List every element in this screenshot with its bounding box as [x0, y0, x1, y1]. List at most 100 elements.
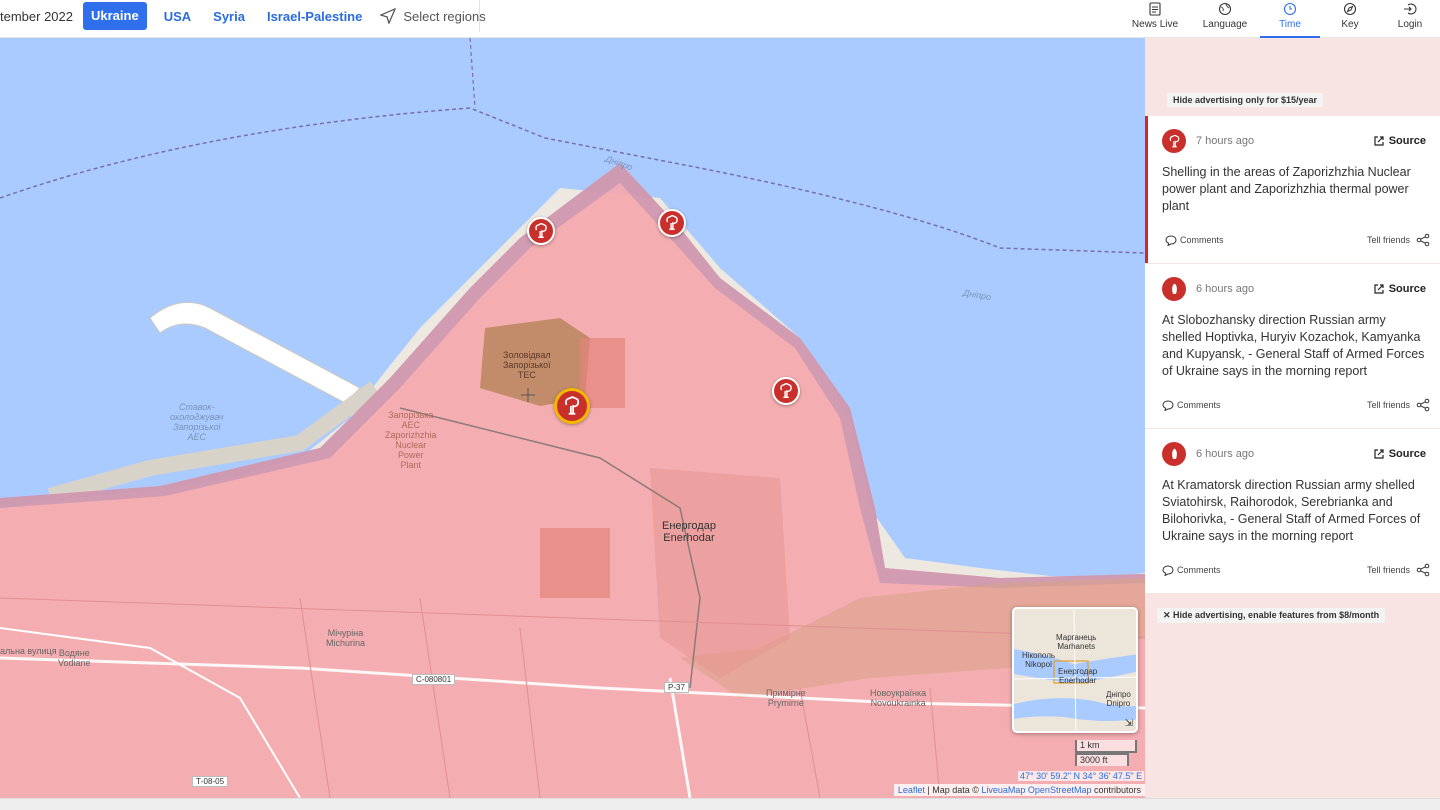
comments-link[interactable]: Comments	[1162, 564, 1221, 576]
news-item[interactable]: 6 hours ago Source At Kramatorsk directi…	[1145, 429, 1440, 593]
external-link-icon	[1374, 449, 1384, 459]
nav-key-label: Key	[1341, 19, 1359, 30]
expand-icon[interactable]: ⇲	[1125, 718, 1133, 729]
crosshair-icon	[521, 388, 535, 402]
region-tab-israel-palestine[interactable]: Israel-Palestine	[256, 9, 373, 24]
clock-icon	[1283, 2, 1297, 16]
explosion-icon	[535, 223, 547, 239]
label-street: альна вулиця	[0, 646, 57, 656]
globe-icon	[1218, 2, 1232, 16]
news-item[interactable]: 7 hours ago Source Shelling in the areas…	[1145, 116, 1440, 263]
comments-label: Comments	[1180, 235, 1224, 245]
attribution-sep: | Map data ©	[924, 785, 982, 795]
source-link[interactable]: Source	[1373, 283, 1426, 295]
external-link-icon	[1374, 284, 1384, 294]
news-text: Shelling in the areas of Zaporizhzhia Nu…	[1162, 165, 1411, 213]
tell-friends-button[interactable]: Tell friends	[1367, 563, 1430, 577]
nav-news-live[interactable]: News Live	[1120, 0, 1190, 38]
nav-login[interactable]: Login	[1380, 0, 1440, 38]
event-marker[interactable]	[772, 377, 800, 405]
comment-icon	[1165, 234, 1177, 246]
share-icon	[1416, 398, 1430, 412]
comment-icon	[1162, 564, 1174, 576]
hide-ads-features-button[interactable]: ✕ Hide advertising, enable features from…	[1157, 608, 1386, 623]
scale-km: 1 km	[1075, 740, 1137, 753]
label-enerhodar: Енергодар Enerhodar	[662, 520, 716, 544]
source-label: Source	[1388, 283, 1426, 295]
region-selector: tember 2022 Ukraine USA Syria Israel-Pal…	[0, 0, 486, 32]
tell-friends-label: Tell friends	[1366, 565, 1410, 575]
comments-label: Comments	[1177, 565, 1221, 575]
news-time: 6 hours ago	[1196, 448, 1255, 460]
news-icon	[1149, 2, 1161, 16]
selected-event-marker[interactable]	[554, 388, 590, 424]
region-tab-usa[interactable]: USA	[153, 9, 202, 24]
road-badge-p37: Р-37	[664, 682, 689, 693]
nav-time[interactable]: Time	[1260, 0, 1320, 38]
tell-friends-label: Tell friends	[1366, 235, 1410, 245]
minimap-label-nikopol: Нікополь Nikopol	[1022, 651, 1056, 669]
label-novoukrainka: Новоукраїнка Novoukrainka	[870, 688, 927, 708]
shell-icon	[1162, 442, 1186, 466]
minimap-label-dnipro: Дніпро Dnipro	[1106, 690, 1131, 708]
external-link-icon	[1374, 136, 1384, 146]
news-time: 7 hours ago	[1196, 135, 1255, 147]
compass-icon	[1343, 2, 1357, 16]
region-tab-ukraine[interactable]: Ukraine	[83, 2, 147, 30]
navigation-arrow-icon	[380, 8, 397, 24]
nav-news-live-label: News Live	[1131, 19, 1179, 30]
explosion-icon	[565, 396, 580, 415]
share-icon	[1416, 233, 1430, 247]
top-bar: tember 2022 Ukraine USA Syria Israel-Pal…	[0, 0, 1440, 38]
label-cooling-pond: Ставок- охолоджувач Запорізької АЕС	[170, 402, 224, 442]
shell-icon	[1162, 277, 1186, 301]
cursor-coordinates: 47° 30' 59.2" N 34° 36' 47.5" E	[1018, 771, 1145, 781]
news-text: At Slobozhansky direction Russian army s…	[1162, 313, 1425, 378]
news-item[interactable]: 6 hours ago Source At Slobozhansky direc…	[1145, 264, 1440, 428]
road-badge-c080801: С-080801	[412, 674, 456, 685]
minimap-label-marhanets: Марганець Marhanets	[1056, 633, 1097, 651]
nav-time-label: Time	[1279, 19, 1301, 30]
label-prymirne: Примірне Prymirne	[766, 688, 806, 708]
road-badge-t0805: Т-08-05	[192, 776, 229, 787]
login-icon	[1404, 3, 1417, 15]
map-canvas[interactable]: Золовідвал Запорізької ТЕС Ставок- охоло…	[0, 38, 1145, 798]
main-nav: News Live Language Time Key Login	[1120, 0, 1440, 38]
region-tab-syria[interactable]: Syria	[202, 9, 256, 24]
nav-language-label: Language	[1202, 19, 1248, 30]
leaflet-link[interactable]: Leaflet	[898, 785, 925, 795]
explosion-icon	[666, 215, 678, 231]
label-michurina: Мічуріна Michurina	[326, 628, 366, 648]
news-time: 6 hours ago	[1196, 283, 1255, 295]
source-link[interactable]: Source	[1373, 448, 1426, 460]
news-sidebar: Hide advertising only for $15/year 7 hou…	[1145, 38, 1440, 798]
label-npp: Запорізька АЕС Zaporizhzhia Nuclear Powe…	[385, 410, 437, 470]
bottom-bar	[0, 798, 1440, 810]
tell-friends-button[interactable]: Tell friends	[1367, 398, 1430, 412]
nav-language[interactable]: Language	[1190, 0, 1260, 38]
tell-friends-label: Tell friends	[1366, 400, 1410, 410]
tell-friends-button[interactable]: Tell friends	[1367, 233, 1430, 247]
label-ash-dump: Золовідвал Запорізької ТЕС	[503, 350, 551, 380]
liveuamap-link[interactable]: LiveuaMap	[981, 785, 1025, 795]
nav-login-label: Login	[1397, 19, 1423, 30]
source-label: Source	[1388, 135, 1426, 147]
select-regions-button[interactable]: Select regions	[373, 7, 486, 25]
comments-label: Comments	[1177, 400, 1221, 410]
osm-link[interactable]: OpenStreetMap	[1028, 785, 1092, 795]
nav-key[interactable]: Key	[1320, 0, 1380, 38]
comments-link[interactable]: Comments	[1165, 234, 1224, 246]
news-text: At Kramatorsk direction Russian army she…	[1162, 478, 1421, 543]
map-scale: 1 km 3000 ft	[1075, 740, 1137, 766]
source-link[interactable]: Source	[1373, 135, 1426, 147]
minimap[interactable]: Марганець Marhanets Нікополь Nikopol Ене…	[1012, 607, 1138, 733]
hide-ads-button[interactable]: Hide advertising only for $15/year	[1167, 93, 1324, 107]
event-marker[interactable]	[527, 217, 555, 245]
share-icon	[1416, 563, 1430, 577]
event-marker[interactable]	[658, 209, 686, 237]
date-label: tember 2022	[0, 8, 73, 24]
attribution-contrib: contributors	[1091, 785, 1141, 795]
select-regions-label: Select regions	[403, 8, 486, 24]
comments-link[interactable]: Comments	[1162, 399, 1221, 411]
label-vodiane: Водяне Vodiane	[58, 648, 91, 668]
